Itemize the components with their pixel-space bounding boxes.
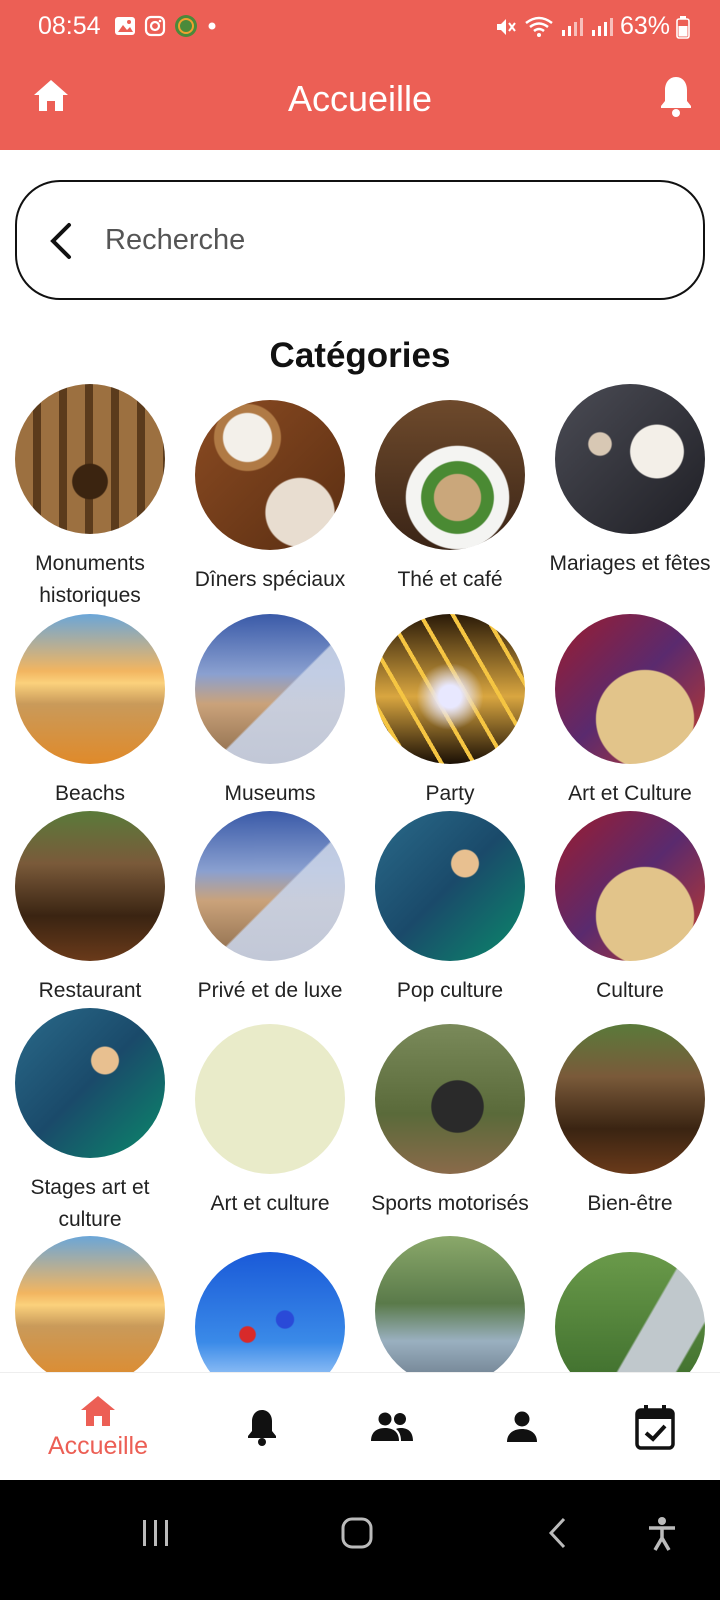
nav-home-label: Accueille bbox=[47, 1431, 149, 1460]
search-input[interactable] bbox=[105, 218, 665, 262]
category-label: Beachs bbox=[54, 782, 126, 805]
category-label: Restaurant bbox=[38, 979, 142, 1002]
nav-calendar[interactable] bbox=[615, 1373, 695, 1481]
category-image-beach bbox=[15, 614, 165, 764]
category-image-river bbox=[375, 1236, 525, 1386]
category-image-restaurant bbox=[555, 1024, 705, 1174]
gallery-icon bbox=[115, 17, 135, 35]
search-bar[interactable] bbox=[15, 180, 705, 300]
category-image-quad bbox=[375, 1024, 525, 1174]
category-art-culture-2[interactable]: Art et culture bbox=[182, 1024, 358, 1220]
category-label: Art et Culture bbox=[568, 782, 692, 805]
system-navigation-bar bbox=[0, 1480, 720, 1600]
wifi-icon bbox=[525, 16, 553, 37]
category-image-louvre bbox=[195, 811, 345, 961]
person-icon bbox=[507, 1411, 537, 1442]
category-image-placeholder bbox=[195, 1024, 345, 1174]
category-label: Party bbox=[425, 782, 475, 805]
category-label: Culture bbox=[596, 979, 664, 1002]
category-art-et-culture[interactable]: Art et Culture bbox=[542, 614, 718, 810]
home-icon bbox=[81, 1395, 115, 1426]
category-image-coffee bbox=[195, 400, 345, 550]
category-label: Bien-être bbox=[587, 1192, 673, 1215]
category-image-pottery bbox=[555, 614, 705, 764]
bell-icon bbox=[248, 1410, 276, 1446]
category-image-pottery bbox=[555, 811, 705, 961]
battery-level: 63% bbox=[619, 12, 670, 40]
category-sports-motorises[interactable]: Sports motorisés bbox=[362, 1024, 538, 1220]
category-label: Art et culture bbox=[210, 1192, 330, 1215]
category-label: Museums bbox=[224, 782, 316, 805]
recent-apps-icon[interactable] bbox=[140, 1516, 172, 1550]
nav-notifications[interactable] bbox=[222, 1373, 302, 1481]
category-monuments[interactable]: Monuments historiques bbox=[2, 384, 178, 612]
category-label: Dîners spéciaux bbox=[194, 568, 346, 591]
status-time: 08:54 bbox=[38, 12, 101, 40]
category-image-restaurant bbox=[15, 811, 165, 961]
category-label: Sports motorisés bbox=[371, 1192, 529, 1215]
category-image-costume bbox=[15, 1008, 165, 1158]
category-pop-culture[interactable]: Pop culture bbox=[362, 811, 538, 1007]
home-button-icon[interactable] bbox=[340, 1516, 374, 1550]
category-party[interactable]: Party bbox=[362, 614, 538, 810]
back-arrow-icon[interactable] bbox=[47, 222, 73, 260]
category-culture[interactable]: Culture bbox=[542, 811, 718, 1007]
category-image-colosseum bbox=[15, 384, 165, 534]
notification-bell-icon[interactable] bbox=[658, 74, 694, 118]
category-mariages[interactable]: Mariages et fêtes bbox=[542, 384, 718, 580]
calendar-check-icon bbox=[635, 1405, 675, 1450]
status-bar: 08:54 63% bbox=[0, 0, 720, 54]
mute-icon bbox=[496, 18, 516, 35]
category-museums[interactable]: Museums bbox=[182, 614, 358, 810]
category-stages[interactable]: Stages art et culture bbox=[2, 1008, 178, 1236]
category-item-19[interactable] bbox=[362, 1236, 538, 1386]
app-notification-icon bbox=[175, 15, 197, 37]
group-icon bbox=[371, 1412, 413, 1441]
category-label: Monuments historiques bbox=[35, 552, 145, 607]
category-label: Thé et café bbox=[397, 568, 503, 591]
bottom-navigation: Accueille bbox=[0, 1372, 720, 1480]
category-image-louvre bbox=[195, 614, 345, 764]
category-bien-etre[interactable]: Bien-être bbox=[542, 1024, 718, 1220]
dot-icon bbox=[208, 22, 216, 30]
categories-heading: Catégories bbox=[269, 336, 451, 375]
category-image-concert bbox=[375, 614, 525, 764]
page-title: Accueille bbox=[287, 78, 433, 119]
category-image-wedding bbox=[555, 384, 705, 534]
category-item-17[interactable] bbox=[2, 1236, 178, 1386]
category-restaurant[interactable]: Restaurant bbox=[2, 811, 178, 1007]
nav-groups[interactable] bbox=[352, 1373, 432, 1481]
category-the-cafe[interactable]: Thé et café bbox=[362, 400, 538, 596]
category-image-costume bbox=[375, 811, 525, 961]
back-button-icon[interactable] bbox=[546, 1516, 570, 1550]
app-bar: Accueille bbox=[0, 54, 720, 150]
nav-home[interactable]: Accueille bbox=[38, 1373, 158, 1481]
signal-2-icon bbox=[591, 17, 613, 36]
nav-profile[interactable] bbox=[482, 1373, 562, 1481]
category-label: Mariages et fêtes bbox=[549, 552, 711, 575]
category-image-beach bbox=[15, 1236, 165, 1386]
signal-icon bbox=[561, 17, 583, 36]
battery-icon bbox=[676, 15, 690, 39]
category-beachs[interactable]: Beachs bbox=[2, 614, 178, 810]
category-label: Privé et de luxe bbox=[197, 979, 343, 1002]
top-bar: 08:54 63% Accueille bbox=[0, 0, 720, 150]
category-label: Stages art et culture bbox=[30, 1176, 150, 1231]
category-prive-luxe[interactable]: Privé et de luxe bbox=[182, 811, 358, 1007]
category-diners[interactable]: Dîners spéciaux bbox=[182, 400, 358, 596]
category-label: Pop culture bbox=[396, 979, 504, 1002]
accessibility-icon[interactable] bbox=[646, 1516, 678, 1552]
instagram-icon bbox=[144, 15, 166, 37]
category-image-food bbox=[375, 400, 525, 550]
